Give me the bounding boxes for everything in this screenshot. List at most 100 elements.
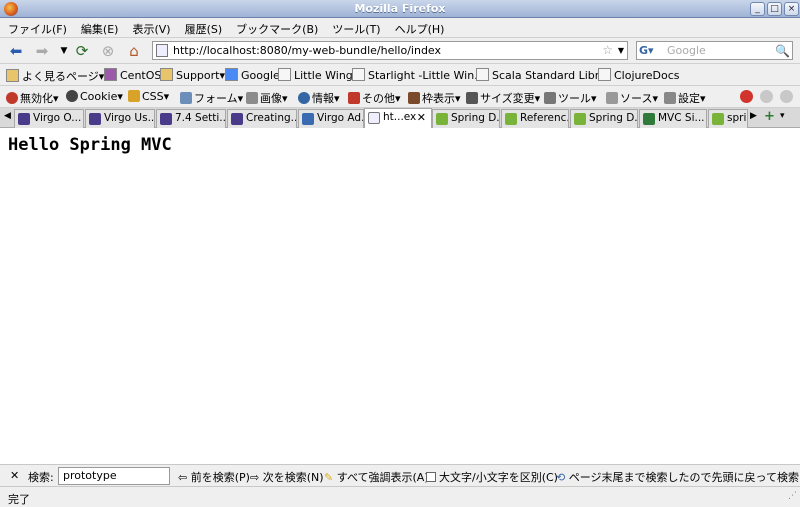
- dev-css-menu[interactable]: CSS▾: [128, 90, 169, 103]
- menu-help[interactable]: ヘルプ(H): [387, 18, 451, 37]
- dev-source-menu[interactable]: ソース▾: [606, 90, 658, 106]
- web-developer-toolbar: 無効化▾ Cookie▾ CSS▾ フォーム▾ 画像▾ 情報▾ その他▾ 枠表示…: [0, 86, 800, 108]
- dev-disable-menu[interactable]: 無効化▾: [6, 90, 59, 106]
- eclipse-icon: [18, 113, 30, 125]
- find-bar: ✕ 検索: prototype ⇦ 前を検索(P) ⇨ 次を検索(N) ✎ すべ…: [0, 464, 800, 486]
- tab-list-icon[interactable]: ▾: [780, 111, 785, 121]
- form-icon: [180, 92, 192, 104]
- resize-icon: [466, 92, 478, 104]
- warning-status-icon[interactable]: [760, 90, 773, 103]
- info-status-icon[interactable]: [780, 90, 793, 103]
- home-icon[interactable]: ⌂: [124, 41, 144, 61]
- bookmark-starlight[interactable]: Starlight -Little Win...: [352, 68, 485, 82]
- highlight-all-button[interactable]: ✎ すべて強調表示(A): [324, 469, 429, 485]
- tab[interactable]: Virgo O...: [14, 109, 84, 128]
- page-icon: [598, 68, 611, 81]
- tab[interactable]: MVC Si...: [639, 109, 707, 128]
- menu-file[interactable]: ファイル(F): [0, 18, 73, 37]
- spring-icon: [505, 113, 517, 125]
- bookmark-little-wings[interactable]: Little Wings: [278, 68, 359, 82]
- page-content: Hello Spring MVC: [0, 128, 800, 464]
- bookmark-centos[interactable]: CentOS: [104, 68, 161, 82]
- error-status-icon[interactable]: [740, 90, 753, 103]
- page-icon: [476, 68, 489, 81]
- dev-misc-menu[interactable]: その他▾: [348, 90, 401, 106]
- tab[interactable]: Spring D...: [570, 109, 638, 128]
- search-icon[interactable]: 🔍: [775, 43, 790, 60]
- find-next-button[interactable]: ⇨ 次を検索(N): [250, 469, 324, 485]
- google-engine-icon[interactable]: G▾: [639, 44, 654, 57]
- find-wrap-message: ⟲ ページ末尾まで検索したので先頭に戻って検索しまし: [556, 471, 800, 484]
- folder-icon: [160, 68, 173, 81]
- image-icon: [246, 92, 258, 104]
- folder-icon: [6, 69, 19, 82]
- find-previous-button[interactable]: ⇦ 前を検索(P): [178, 469, 250, 485]
- menu-tools[interactable]: ツール(T): [324, 18, 386, 37]
- bookmark-clojuredocs[interactable]: ClojureDocs: [598, 68, 680, 82]
- tab[interactable]: 7.4 Setti...: [156, 109, 226, 128]
- menu-view[interactable]: 表示(V): [124, 18, 176, 37]
- dev-images-menu[interactable]: 画像▾: [246, 90, 288, 106]
- stop-icon[interactable]: ⊗: [98, 41, 118, 61]
- reload-icon[interactable]: ⟳: [72, 41, 92, 61]
- window-title: Mozilla Firefox: [354, 2, 446, 15]
- tab[interactable]: Virgo Ad...: [298, 109, 364, 128]
- checkbox-icon: [426, 472, 436, 482]
- dev-info-menu[interactable]: 情報▾: [298, 90, 340, 106]
- bookmark-star-icon[interactable]: ☆: [602, 42, 613, 59]
- close-window-button[interactable]: ×: [784, 2, 799, 16]
- bookmark-google[interactable]: Google: [225, 68, 280, 82]
- url-dropdown-icon[interactable]: ▼: [618, 42, 624, 59]
- eclipse-icon: [160, 113, 172, 125]
- dev-forms-menu[interactable]: フォーム▾: [180, 90, 243, 106]
- close-find-bar-icon[interactable]: ✕: [10, 469, 19, 482]
- bookmark-scala[interactable]: Scala Standard Libr...: [476, 68, 609, 82]
- menu-bookmarks[interactable]: ブックマーク(B): [228, 18, 324, 37]
- tab-active[interactable]: ht...ex ✕: [364, 108, 432, 128]
- dev-resize-menu[interactable]: サイズ変更▾: [466, 90, 540, 106]
- bookmark-most-visited[interactable]: よく見るページ▾: [6, 68, 104, 84]
- dev-settings-menu[interactable]: 設定▾: [664, 90, 706, 106]
- back-icon[interactable]: ⬅: [6, 41, 26, 61]
- page-icon: [156, 44, 168, 57]
- close-tab-icon[interactable]: ✕: [417, 109, 426, 126]
- scroll-tabs-left-icon[interactable]: ◀: [4, 111, 11, 121]
- page-icon: [368, 112, 380, 124]
- bookmark-support[interactable]: Support▾: [160, 68, 225, 82]
- tab[interactable]: Spring D...: [432, 109, 500, 128]
- source-icon: [606, 92, 618, 104]
- highlight-icon: ✎: [324, 471, 334, 484]
- eclipse-icon: [89, 113, 101, 125]
- spring-icon: [574, 113, 586, 125]
- tab[interactable]: sprin: [708, 109, 748, 128]
- spring-icon: [436, 113, 448, 125]
- resize-grip-icon[interactable]: ⋰: [788, 491, 797, 501]
- dev-cookie-menu[interactable]: Cookie▾: [66, 90, 123, 103]
- maximize-button[interactable]: □: [767, 2, 782, 16]
- forward-icon[interactable]: ➡: [32, 41, 52, 61]
- arrow-left-icon: ⇦: [178, 471, 188, 484]
- disable-icon: [6, 92, 18, 104]
- scroll-tabs-right-icon[interactable]: ▶: [750, 111, 757, 121]
- status-bar: 完了 ⋰: [0, 486, 800, 507]
- search-placeholder: Google: [667, 44, 706, 57]
- url-field[interactable]: http://localhost:8080/my-web-bundle/hell…: [152, 41, 628, 60]
- tab[interactable]: Creating...: [227, 109, 297, 128]
- menu-edit[interactable]: 編集(E): [73, 18, 125, 37]
- dev-tools-menu[interactable]: ツール▾: [544, 90, 597, 106]
- virgo-icon: [302, 113, 314, 125]
- search-field[interactable]: G▾ Google 🔍: [636, 41, 793, 60]
- tab[interactable]: Referenc...: [501, 109, 569, 128]
- google-icon: [225, 68, 238, 81]
- match-case-checkbox[interactable]: 大文字/小文字を区別(C): [426, 469, 558, 485]
- new-tab-icon[interactable]: +: [764, 109, 775, 124]
- menu-history[interactable]: 履歴(S): [177, 18, 229, 37]
- tab[interactable]: Virgo Us...: [85, 109, 155, 128]
- history-dropdown-icon[interactable]: ▼: [54, 41, 74, 61]
- find-label: 検索:: [28, 471, 54, 484]
- dev-outline-menu[interactable]: 枠表示▾: [408, 90, 461, 106]
- info-icon: [298, 92, 310, 104]
- find-input[interactable]: prototype: [58, 467, 170, 485]
- minimize-button[interactable]: _: [750, 2, 765, 16]
- wrap-icon: ⟲: [556, 471, 566, 484]
